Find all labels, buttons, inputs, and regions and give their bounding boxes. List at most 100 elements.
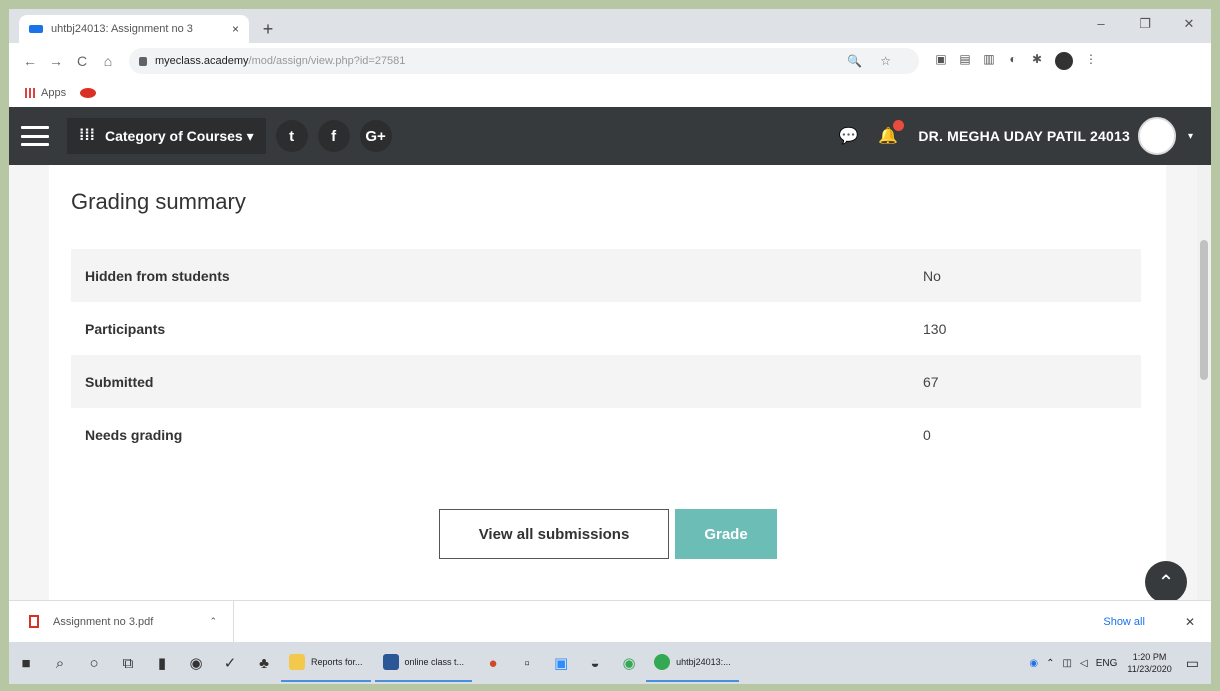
reload-button[interactable]: C bbox=[69, 53, 95, 69]
row-value: 130 bbox=[923, 320, 947, 337]
zoom-star-icons[interactable]: 🔍☆ bbox=[847, 54, 909, 68]
scrollbar-thumb[interactable] bbox=[1200, 240, 1208, 380]
page-content: Grading summary Hidden from students No … bbox=[9, 165, 1211, 600]
row-label: Participants bbox=[85, 320, 166, 337]
word-icon bbox=[382, 654, 399, 670]
category-of-courses-button[interactable]: ⁞⁞⁞ Category of Courses ▾ bbox=[67, 118, 266, 154]
taskbar-app-word[interactable]: online class t... bbox=[374, 644, 473, 682]
extension-icon[interactable]: ▣ bbox=[929, 52, 953, 70]
store-icon[interactable]: ▮ bbox=[145, 654, 179, 672]
browser-tab-strip: uhtbj24013: Assignment no 3 × + – ❐ ✕ bbox=[9, 9, 1211, 43]
home-button[interactable]: ⌂ bbox=[95, 53, 121, 69]
row-value: 0 bbox=[923, 426, 931, 443]
pdf-icon bbox=[29, 615, 39, 628]
notification-bell-icon[interactable]: 🔔 bbox=[878, 120, 905, 146]
screen: uhtbj24013: Assignment no 3 × + – ❐ ✕ ← … bbox=[9, 9, 1211, 684]
apps-grid-icon bbox=[25, 88, 35, 98]
minimize-button[interactable]: – bbox=[1079, 9, 1123, 43]
grade-button[interactable]: Grade bbox=[675, 509, 777, 559]
clock[interactable]: 1:20 PM 11/23/2020 bbox=[1127, 651, 1171, 675]
app-icon[interactable]: ▫ bbox=[510, 655, 544, 672]
show-all-link[interactable]: Show all bbox=[1103, 616, 1145, 628]
row-label: Hidden from students bbox=[71, 249, 909, 302]
powerpoint-icon[interactable]: ● bbox=[476, 655, 510, 672]
cortana-icon[interactable]: ○ bbox=[77, 655, 111, 672]
table-row: Submitted 67 bbox=[71, 355, 1141, 408]
google-plus-icon[interactable]: G+ bbox=[359, 120, 392, 152]
taskbar-app-chrome[interactable]: uhtbj24013:... bbox=[646, 644, 739, 682]
notification-badge bbox=[893, 120, 905, 131]
forward-button[interactable]: → bbox=[43, 53, 69, 69]
clock-date: 11/23/2020 bbox=[1127, 664, 1172, 674]
task-view-icon[interactable]: ⧉ bbox=[111, 655, 145, 672]
lock-icon bbox=[139, 56, 147, 66]
tab-title: uhtbj24013: Assignment no 3 bbox=[51, 23, 193, 35]
notifications-icon[interactable]: ▭ bbox=[1186, 655, 1199, 672]
grading-summary-table: Hidden from students No Participants 130… bbox=[71, 249, 1141, 461]
facebook-icon[interactable]: f bbox=[317, 120, 350, 152]
category-label: Category of Courses ▾ bbox=[104, 127, 254, 144]
table-row: Participants 130 bbox=[71, 302, 1141, 355]
windows-start-icon[interactable]: ■ bbox=[9, 655, 43, 672]
user-menu-caret-icon[interactable]: ▾ bbox=[1188, 131, 1193, 142]
profile-avatar[interactable] bbox=[1055, 52, 1073, 70]
app-icon[interactable]: ♣ bbox=[247, 655, 281, 672]
chrome-icon[interactable]: ◉ bbox=[612, 654, 646, 672]
browser-toolbar: ← → C ⌂ myeclass.academy /mod/assign/vie… bbox=[9, 43, 1211, 79]
view-all-submissions-button[interactable]: View all submissions bbox=[439, 509, 669, 559]
close-tab-icon[interactable]: × bbox=[232, 22, 239, 36]
chevron-up-icon[interactable]: ⌃ bbox=[1046, 658, 1054, 669]
search-icon[interactable]: ⌕ bbox=[43, 655, 77, 672]
system-tray: ◉ ⌃ ◫ ◁ ENG 1:20 PM 11/23/2020 ▭ bbox=[1021, 651, 1211, 675]
back-button[interactable]: ← bbox=[17, 53, 43, 69]
download-bar: Assignment no 3.pdf ⌃ Show all ✕ bbox=[9, 600, 1211, 643]
hamburger-menu-icon[interactable] bbox=[21, 126, 49, 146]
row-value: 67 bbox=[909, 355, 1141, 408]
row-label: Needs grading bbox=[85, 426, 183, 443]
row-value: No bbox=[909, 249, 1141, 302]
taskbar-app-reports[interactable]: Reports for... bbox=[281, 644, 371, 682]
action-buttons: View all submissions Grade bbox=[439, 509, 777, 559]
language-indicator[interactable]: ENG bbox=[1096, 658, 1118, 669]
bookmarks-bar: Apps bbox=[9, 79, 1211, 107]
speaker-icon[interactable]: ◁ bbox=[1080, 658, 1088, 669]
page-title: Grading summary bbox=[71, 189, 246, 214]
download-file-name: Assignment no 3.pdf bbox=[53, 615, 154, 628]
new-tab-button[interactable]: + bbox=[257, 18, 279, 40]
restore-button[interactable]: ❐ bbox=[1123, 9, 1167, 43]
chevron-up-icon[interactable]: ⌃ bbox=[209, 616, 217, 627]
extension-icon[interactable]: ◐ bbox=[1001, 52, 1025, 70]
extension-icon[interactable]: ▥ bbox=[977, 52, 1001, 70]
app-icon[interactable]: ✓ bbox=[213, 654, 247, 672]
windows-taskbar: ■ ⌕ ○ ⧉ ▮ ◉ ✓ ♣ Reports for... online cl… bbox=[9, 642, 1211, 684]
avatar[interactable] bbox=[1137, 117, 1176, 155]
twitter-icon[interactable]: t bbox=[275, 120, 308, 152]
site-favicon-icon bbox=[29, 25, 43, 33]
extension-icon[interactable]: ▤ bbox=[953, 52, 977, 70]
url-host: myeclass.academy bbox=[155, 55, 249, 67]
network-icon[interactable]: ◫ bbox=[1063, 658, 1072, 669]
user-name[interactable]: DR. MEGHA UDAY PATIL 24013 bbox=[918, 128, 1130, 144]
grid-icon: ⁞⁞⁞ bbox=[79, 127, 95, 144]
close-window-button[interactable]: ✕ bbox=[1167, 9, 1211, 43]
chat-icon[interactable]: 💬 bbox=[838, 126, 858, 146]
tray-app-icon[interactable]: ◉ bbox=[1029, 658, 1038, 669]
address-bar[interactable]: myeclass.academy /mod/assign/view.php?id… bbox=[129, 48, 919, 74]
extension-icons: ▣ ▤ ▥ ◐ ✱ ⋮ bbox=[929, 52, 1103, 70]
menu-dots-icon[interactable]: ⋮ bbox=[1079, 52, 1103, 70]
table-row: Hidden from students No bbox=[71, 249, 1141, 302]
app-icon[interactable]: ◉ bbox=[179, 654, 213, 672]
back-to-top-button[interactable]: ⌃ bbox=[1145, 561, 1187, 600]
scrollbar[interactable] bbox=[1197, 165, 1211, 600]
browser-tab[interactable]: uhtbj24013: Assignment no 3 × bbox=[19, 15, 249, 43]
bookmark-apps[interactable]: Apps bbox=[41, 87, 66, 99]
user-area: 💬 🔔 DR. MEGHA UDAY PATIL 24013 ▾ bbox=[838, 117, 1211, 155]
app-icon[interactable]: ◒ bbox=[578, 655, 612, 672]
close-download-bar-icon[interactable]: ✕ bbox=[1185, 615, 1195, 629]
puzzle-icon[interactable]: ✱ bbox=[1025, 52, 1049, 70]
bookmark-icon[interactable] bbox=[80, 88, 97, 98]
clock-time: 1:20 PM bbox=[1132, 652, 1167, 662]
zoom-icon[interactable]: ▣ bbox=[544, 654, 578, 672]
folder-icon bbox=[289, 654, 305, 670]
download-item[interactable]: Assignment no 3.pdf ⌃ bbox=[9, 600, 234, 643]
